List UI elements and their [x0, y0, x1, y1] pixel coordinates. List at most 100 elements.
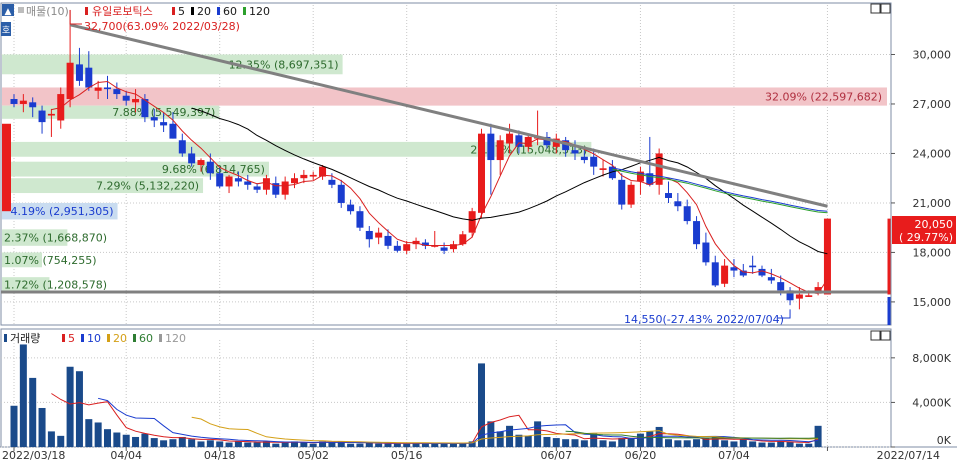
ma-legend-label[interactable]: 5 — [178, 5, 185, 18]
volume-bar — [188, 439, 196, 447]
price-axis-label: 27,000 — [913, 98, 952, 111]
chart-canvas[interactable]: 32.09% (22,597,682)12.35% (8,697,351)7.8… — [0, 0, 957, 462]
volume-bar — [403, 443, 411, 447]
candle-body — [160, 122, 168, 126]
candle-body — [440, 247, 448, 251]
x-axis-label: 06/20 — [625, 449, 657, 462]
candle-body — [10, 99, 18, 104]
vol-ma-legend-label[interactable]: 5 — [68, 332, 75, 345]
stock-swatch — [85, 7, 88, 15]
volume-profile-label: 7.29% (5,132,220) — [96, 180, 199, 193]
volume-axis-label: 8,000K — [912, 352, 951, 365]
volume-axis-label: 0K — [937, 434, 952, 447]
candle-body — [216, 173, 224, 187]
candle-body — [38, 110, 46, 123]
candle-body — [506, 133, 514, 144]
candle-body — [496, 140, 504, 161]
candle-body — [665, 193, 672, 198]
volume-bar — [693, 439, 701, 447]
candle-body — [113, 89, 121, 95]
stock-chart-window: 32.09% (22,597,682) 12.35% (8,697,351) 7.8… — [0, 0, 957, 462]
volume-bar — [29, 377, 37, 447]
price-axis-label: 21,000 — [913, 197, 952, 210]
volume-panel-maximize-button[interactable] — [870, 330, 881, 341]
volume-profile-label: 4.19% (2,951,305) — [11, 205, 114, 218]
candle-body — [711, 262, 719, 286]
volume-profile-pct: 1.72% — [4, 279, 39, 292]
volume-profile-bar — [2, 87, 887, 106]
candle-body — [337, 184, 345, 203]
current-price-label: 20,050 — [915, 218, 954, 231]
candle-body — [188, 153, 196, 164]
candle-body — [468, 211, 476, 233]
candle-body — [356, 211, 364, 228]
candle-body — [94, 87, 102, 91]
candle-body — [580, 156, 588, 161]
candle-body — [758, 268, 766, 276]
volume-bar — [599, 440, 607, 447]
volume-bar — [721, 440, 729, 447]
volume-panel-close-button[interactable] — [880, 330, 891, 341]
volume-bar — [627, 438, 635, 447]
volume-profile-label: 2.37% (1,668,870) — [4, 232, 107, 245]
volume-bar — [85, 419, 93, 447]
volume-bar — [169, 439, 177, 447]
volume-profile-volume: (2,951,305) — [49, 205, 114, 218]
volume-profile-volume: (5,132,220) — [134, 180, 199, 193]
candle-body — [197, 160, 205, 165]
candle-body — [618, 179, 626, 205]
volume-bar — [160, 440, 168, 447]
candle-body — [262, 178, 270, 190]
volume-bar — [309, 443, 317, 447]
vol-ma-legend-label[interactable]: 10 — [87, 332, 101, 345]
candle-body — [104, 87, 111, 90]
ma-legend-swatch — [191, 7, 194, 15]
volume-bar — [253, 442, 261, 447]
candle-body — [767, 277, 775, 281]
volume-profile-legend[interactable]: 매물(10) — [26, 5, 69, 18]
candle-body — [150, 117, 158, 121]
volume-profile-label: 1.07% (754,255) — [4, 254, 97, 267]
volume-bar — [496, 431, 504, 447]
x-axis-label: 2022/03/18 — [2, 449, 65, 462]
ma-legend-label[interactable]: 120 — [249, 5, 270, 18]
candle-body — [122, 95, 130, 101]
volume-swatch — [4, 334, 7, 342]
vol-ma-legend-label[interactable]: 20 — [113, 332, 127, 345]
volume-bar — [375, 443, 383, 447]
vol-ma-legend-label[interactable]: 120 — [165, 332, 186, 345]
volume-profile-volume: (22,597,682) — [810, 91, 882, 104]
x-axis-label: 04/18 — [204, 449, 236, 462]
volume-bar — [618, 438, 626, 447]
ma-legend-label[interactable]: 60 — [223, 5, 237, 18]
candle-body — [85, 67, 93, 88]
price-panel-close-button[interactable] — [880, 3, 891, 14]
price-panel-maximize-button[interactable] — [870, 3, 881, 14]
candle-body — [253, 186, 261, 190]
stock-name-legend[interactable]: 유일로보틱스 — [92, 4, 153, 18]
vol-ma-legend-label[interactable]: 60 — [139, 332, 153, 345]
volume-bar — [38, 407, 46, 447]
volume-legend-title[interactable]: 거래량 — [10, 332, 40, 345]
volume-bar — [206, 440, 214, 447]
ma-legend-swatch — [243, 7, 246, 15]
price-axis-label: 30,000 — [913, 48, 952, 61]
volume-bar — [328, 442, 336, 447]
candle-body — [47, 113, 55, 116]
volume-axis-label: 4,000K — [912, 396, 951, 409]
volume-bar — [10, 405, 18, 447]
volume-bar — [805, 443, 813, 447]
x-axis-label: 04/04 — [110, 449, 142, 462]
ma-legend-label[interactable]: 20 — [197, 5, 211, 18]
candle-body — [244, 181, 252, 185]
volume-profile-label: 1.72% (1,208,578) — [4, 279, 107, 292]
volume-bar — [122, 434, 130, 447]
volume-bar — [347, 443, 355, 447]
candle-body — [749, 265, 757, 268]
volume-bar — [234, 441, 242, 447]
x-axis-label: 05/02 — [297, 449, 329, 462]
volume-bar — [758, 442, 766, 447]
candle-body — [225, 176, 233, 187]
low-price-annotation: 14,550(-27.43% 2022/07/04) — [624, 313, 784, 326]
candle-body — [403, 244, 411, 251]
